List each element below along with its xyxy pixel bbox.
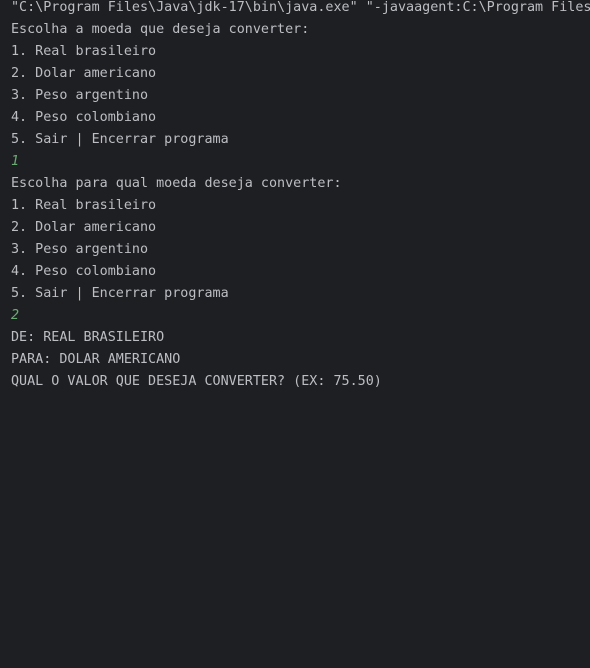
option-from-dolar: 2. Dolar americano [11, 66, 157, 81]
option-from-real: 1. Real brasileiro [11, 44, 157, 59]
console-output[interactable]: "C:\Program Files\Java\jdk-17\bin\java.e… [0, 0, 590, 668]
option-to-real: 1. Real brasileiro [11, 198, 157, 213]
option-to-dolar: 2. Dolar americano [11, 220, 157, 235]
value-prompt: QUAL O VALOR QUE DESEJA CONVERTER? (EX: … [11, 374, 382, 389]
user-input-to: 2 [11, 308, 20, 323]
summary-from: DE: REAL BRASILEIRO [11, 330, 165, 345]
command-line: "C:\Program Files\Java\jdk-17\bin\java.e… [11, 0, 590, 15]
summary-to: PARA: DOLAR AMERICANO [11, 352, 181, 367]
option-from-exit: 5. Sair | Encerrar programa [11, 132, 229, 147]
prompt-to-currency: Escolha para qual moeda deseja converter… [11, 176, 342, 191]
option-from-peso-argentino: 3. Peso argentino [11, 88, 149, 103]
option-to-exit: 5. Sair | Encerrar programa [11, 286, 229, 301]
user-input-from: 1 [11, 154, 20, 169]
prompt-from-currency: Escolha a moeda que deseja converter: [11, 22, 310, 37]
option-to-peso-colombiano: 4. Peso colombiano [11, 264, 157, 279]
option-from-peso-colombiano: 4. Peso colombiano [11, 110, 157, 125]
option-to-peso-argentino: 3. Peso argentino [11, 242, 149, 257]
